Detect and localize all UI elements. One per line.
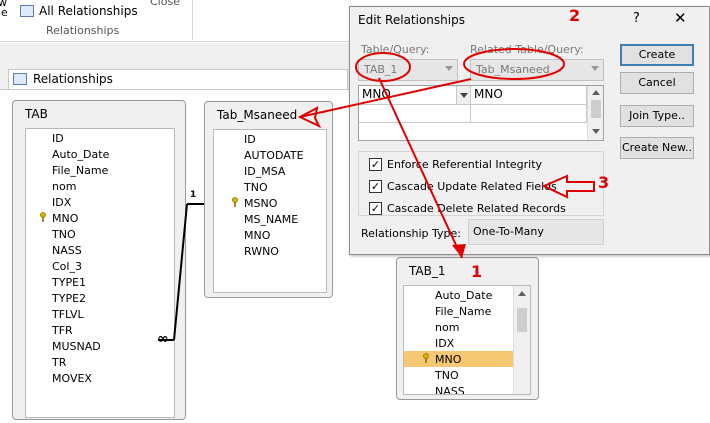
field-item[interactable]: RWNO <box>244 244 279 260</box>
table-query-value: TAB_1 <box>364 63 398 76</box>
field-item[interactable]: MNO <box>244 228 270 244</box>
table-tab-msaneed[interactable]: Tab_Msaneed ID AUTODATE ID_MSA TNO MSNO … <box>204 101 333 298</box>
field-item[interactable]: TFLVL <box>52 307 84 323</box>
field-item[interactable]: IDX <box>435 336 454 352</box>
field-item[interactable]: MUSNAD <box>52 339 101 355</box>
create-new-button[interactable]: Create New.. <box>620 137 694 159</box>
field-item[interactable]: File_Name <box>435 304 491 320</box>
relationships-icon <box>13 73 27 85</box>
grid-cell-left[interactable]: MNO <box>359 86 471 105</box>
field-item[interactable]: NASS <box>435 384 465 394</box>
cascade-update-label: Cascade Update Related Fields <box>387 180 557 193</box>
all-relationships-button[interactable]: All Relationships <box>39 4 138 18</box>
scrollbar[interactable] <box>513 286 530 394</box>
tab-relationships-label: Relationships <box>33 72 113 86</box>
cascade-delete-checkbox[interactable]: ✓ <box>369 202 382 215</box>
field-item[interactable]: MSNO <box>244 196 277 212</box>
field-item[interactable]: TNO <box>244 180 268 196</box>
table-query-label: Table/Query: <box>361 43 430 56</box>
field-item[interactable]: Auto_Date <box>52 147 109 163</box>
join-one-label: 1 <box>190 190 197 200</box>
close-button[interactable]: Close <box>150 0 180 8</box>
field-item[interactable]: MOVEX <box>52 371 92 387</box>
enforce-integrity-label: Enforce Referential Integrity <box>387 158 543 171</box>
edit-relationships-dialog: Edit Relationships ? ✕ Table/Query: TAB_… <box>349 6 710 255</box>
chevron-down-icon <box>460 93 468 98</box>
grid-cell-right[interactable]: MNO <box>471 86 587 105</box>
ribbon-fragment-2: le <box>0 6 8 19</box>
tab-relationships[interactable]: Relationships <box>8 69 348 89</box>
scroll-thumb[interactable] <box>591 100 601 118</box>
field-item[interactable]: TR <box>52 355 66 371</box>
related-table-select: Tab_Msaneed <box>470 59 604 81</box>
field-item-selected[interactable]: MNO <box>435 352 461 368</box>
field-item[interactable]: IDX <box>52 195 71 211</box>
help-button[interactable]: ? <box>633 11 640 26</box>
ribbon-group-label: Relationships <box>46 24 120 37</box>
grid-cell-empty[interactable] <box>471 105 587 123</box>
field-item[interactable]: nom <box>435 320 459 336</box>
key-icon <box>232 197 238 207</box>
join-type-button[interactable]: Join Type.. <box>620 105 694 127</box>
cascade-delete-label: Cascade Delete Related Records <box>387 202 566 215</box>
relationship-type-value: One-To-Many <box>468 219 604 245</box>
grid-cell-empty[interactable] <box>359 105 471 123</box>
all-relationships-icon <box>20 5 34 17</box>
chevron-down-icon <box>591 66 599 71</box>
related-table-value: Tab_Msaneed <box>476 63 550 76</box>
field-item[interactable]: ID <box>52 131 64 147</box>
field-item[interactable]: TYPE1 <box>52 275 86 291</box>
chevron-down-icon <box>445 66 453 71</box>
key-icon <box>40 212 46 222</box>
enforce-integrity-checkbox[interactable]: ✓ <box>369 158 382 171</box>
close-icon[interactable]: ✕ <box>674 9 687 27</box>
scroll-down-icon[interactable] <box>592 129 600 134</box>
field-item[interactable]: ID_MSA <box>244 164 285 180</box>
ribbon-separator <box>192 0 193 40</box>
cascade-update-checkbox[interactable]: ✓ <box>369 180 382 193</box>
field-item[interactable]: TYPE2 <box>52 291 86 307</box>
grid-dropdown-button[interactable] <box>456 86 470 104</box>
scroll-up-icon[interactable] <box>592 90 600 95</box>
field-item[interactable]: ID <box>244 132 256 148</box>
field-list: ID AUTODATE ID_MSA TNO MSNO MS_NAME MNO … <box>213 129 327 293</box>
field-mapping-grid[interactable]: MNO MNO <box>358 85 604 141</box>
table-title: TAB_1 <box>409 264 446 278</box>
integrity-options-group: ✓ Enforce Referential Integrity ✓ Cascad… <box>358 151 604 216</box>
table-title: Tab_Msaneed <box>217 108 298 122</box>
scroll-thumb[interactable] <box>517 308 527 332</box>
table-tab-1[interactable]: TAB_1 Auto_Date File_Name nom IDX MNO TN… <box>396 257 539 400</box>
relationship-type-label: Relationship Type: <box>361 227 461 240</box>
grid-scrollbar[interactable] <box>587 86 603 140</box>
field-item[interactable]: MNO <box>52 211 78 227</box>
field-item[interactable]: TNO <box>435 368 459 384</box>
table-title: TAB <box>25 107 48 121</box>
field-item[interactable]: TFR <box>52 323 73 339</box>
annotation-number-3: 3 <box>598 173 610 192</box>
key-icon <box>423 353 429 363</box>
table-query-select: TAB_1 <box>358 59 458 81</box>
create-button[interactable]: Create <box>620 44 694 66</box>
field-item[interactable]: TNO <box>52 227 76 243</box>
annotation-number-2: 2 <box>569 6 581 25</box>
join-many-label: ∞ <box>157 331 169 347</box>
field-list: Auto_Date File_Name nom IDX MNO TNO NASS <box>403 285 531 395</box>
field-item[interactable]: AUTODATE <box>244 148 304 164</box>
scroll-up-icon[interactable] <box>518 291 526 296</box>
field-item[interactable]: File_Name <box>52 163 108 179</box>
field-item[interactable]: nom <box>52 179 76 195</box>
field-item[interactable]: Auto_Date <box>435 288 492 304</box>
grid-left-value: MNO <box>362 87 391 101</box>
dialog-title: Edit Relationships <box>358 13 465 27</box>
field-item[interactable]: MS_NAME <box>244 212 298 228</box>
field-item[interactable]: Col_3 <box>52 259 82 275</box>
annotation-number-1: 1 <box>471 262 483 281</box>
related-table-label: Related Table/Query: <box>470 43 584 56</box>
cancel-button[interactable]: Cancel <box>620 72 694 94</box>
field-item[interactable]: NASS <box>52 243 82 259</box>
join-line <box>158 203 204 341</box>
